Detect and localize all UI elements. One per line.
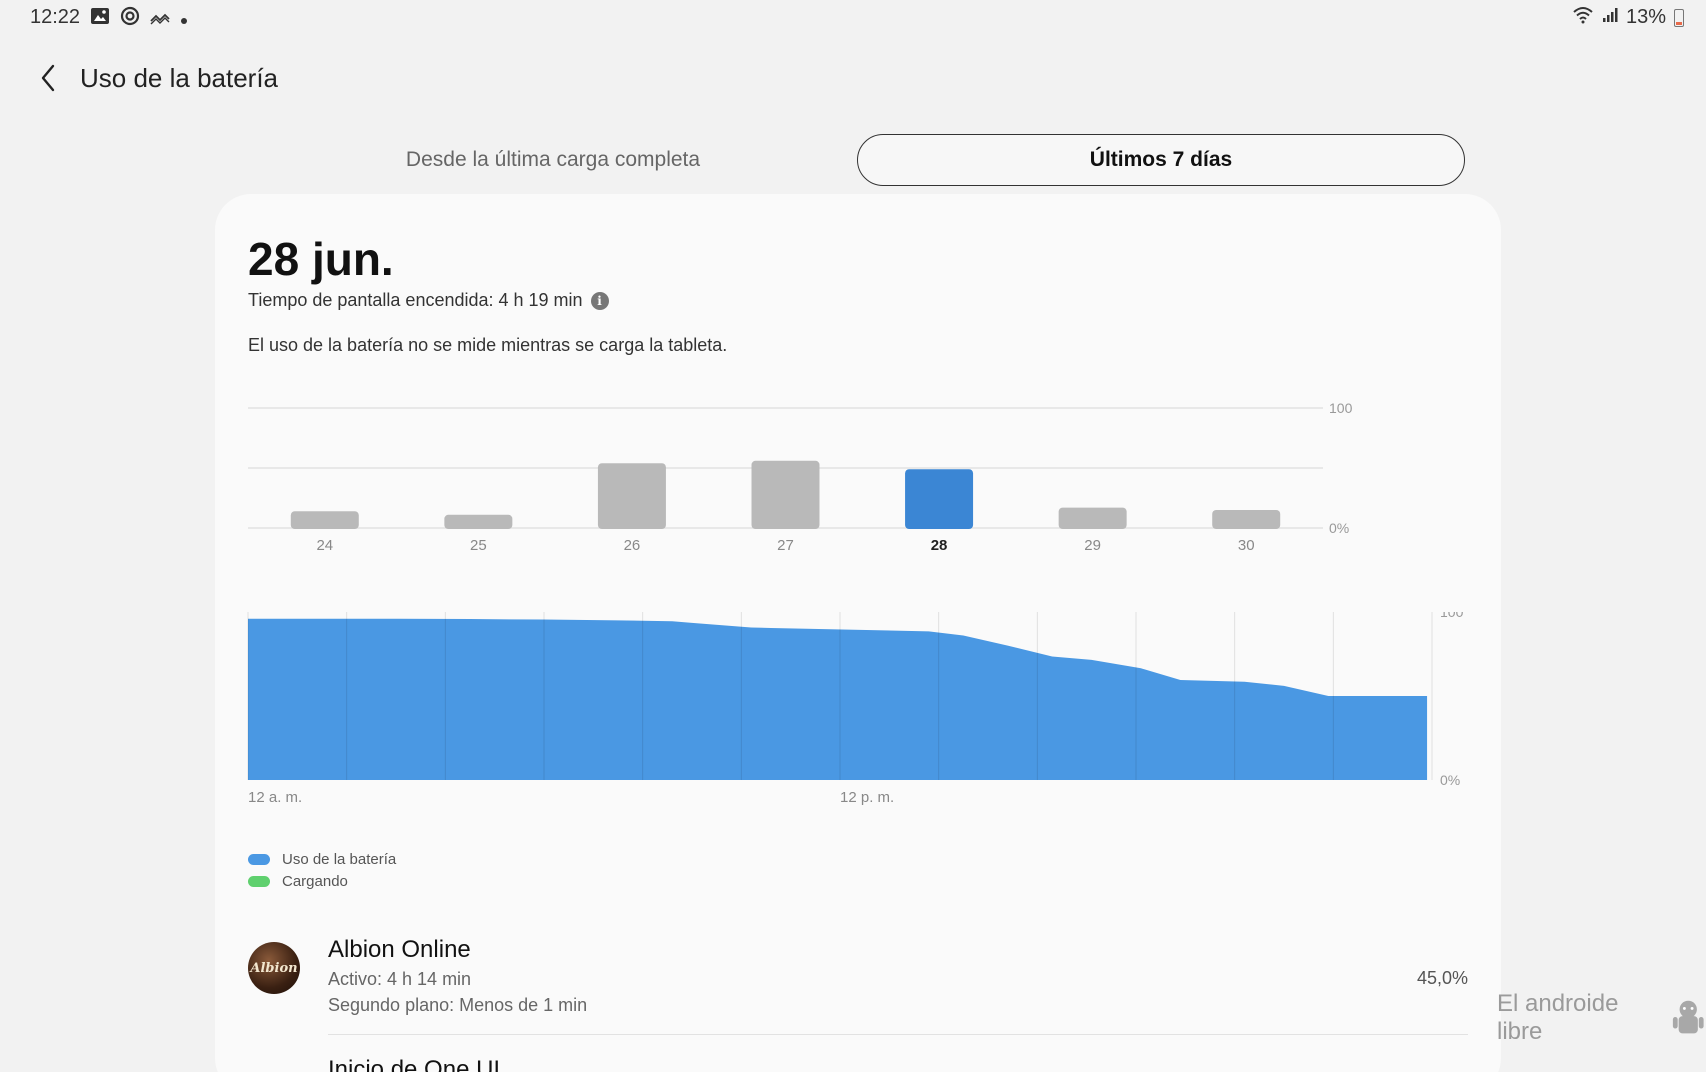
app-usage-row[interactable]: Albion Albion Online Activo: 4 h 14 min … [248, 924, 1468, 1024]
image-icon [90, 7, 110, 30]
bar [751, 460, 820, 529]
bar [597, 463, 666, 529]
x-tick-label: 26 [624, 537, 641, 554]
tab-last-7-days[interactable]: Últimos 7 días [857, 134, 1465, 186]
selected-date: 28 jun. [248, 233, 394, 285]
sync-icon [120, 6, 140, 31]
albion-app-icon: Albion [248, 942, 300, 994]
signal-icon [1602, 7, 1618, 28]
app-name: Albion Online [328, 936, 471, 963]
bar [444, 514, 513, 529]
page-title: Uso de la batería [80, 62, 279, 93]
battery-percent: 13% [1625, 6, 1666, 28]
legend-label-usage: Uso de la batería [282, 850, 397, 868]
x-tick-label: 28 [931, 537, 948, 554]
app-name-next[interactable]: Inicio de One UI [328, 1056, 500, 1072]
bar [1212, 510, 1281, 529]
wifi-icon [1572, 6, 1594, 29]
battery-level-area-chart: 100 0% 12 a. m. 12 p. m. [247, 612, 1464, 806]
legend-item-usage: Uso de la batería [248, 848, 396, 870]
screen-time-row: Tiempo de pantalla encendida: 4 h 19 min… [248, 290, 609, 311]
y-tick-label: 0% [1440, 772, 1460, 788]
bar [290, 511, 359, 529]
x-tick-label: 29 [1084, 537, 1101, 554]
tab-since-full-charge[interactable]: Desde la última carga completa [250, 134, 856, 186]
legend-item-charging: Cargando [248, 870, 396, 892]
x-tick-label: 25 [470, 537, 487, 554]
charging-notice: El uso de la batería no se mide mientras… [248, 335, 728, 355]
legend-label-charging: Cargando [282, 872, 348, 890]
y-tick-label: 0% [1329, 520, 1349, 536]
chevron-left-icon [41, 64, 55, 92]
dot-icon [180, 8, 188, 30]
status-bar: 12:22 13% [0, 0, 1706, 36]
back-button[interactable] [30, 56, 66, 100]
battery-usage-card: 28 jun. Tiempo de pantalla encendida: 4 … [215, 194, 1501, 1072]
watermark: El androide libre [1497, 990, 1706, 1046]
screen-time-text: Tiempo de pantalla encendida: 4 h 19 min [248, 290, 583, 310]
legend-swatch-usage [248, 853, 270, 865]
status-notification-icons [90, 6, 188, 31]
y-tick-label: 100 [1440, 612, 1464, 620]
info-icon[interactable]: i [590, 291, 609, 310]
app-active-time: Activo: 4 h 14 min [328, 969, 472, 989]
battery-level-area [248, 618, 1428, 780]
x-tick-label: 30 [1238, 537, 1255, 554]
bar [905, 469, 974, 529]
y-tick-label: 100 [1329, 400, 1353, 416]
app-icon-text: Albion [250, 960, 298, 976]
status-right-icons: 13% [1572, 6, 1684, 29]
bar [1058, 507, 1127, 529]
watermark-text: El androide libre [1497, 990, 1619, 1045]
app-background-time: Segundo plano: Menos de 1 min [328, 995, 588, 1015]
daily-usage-bar-chart: 100 0% 24 25 26 27 28 29 30 [248, 400, 1353, 554]
x-tick-label: 27 [777, 537, 794, 554]
android-mascot-icon [1672, 1000, 1704, 1034]
x-tick-label: 24 [316, 537, 333, 554]
list-divider [328, 1034, 1468, 1035]
app-header: Uso de la batería [30, 52, 278, 104]
x-tick-label: 12 a. m. [248, 789, 302, 806]
chart-legend: Uso de la batería Cargando [248, 848, 396, 892]
status-time: 12:22 [30, 6, 81, 28]
wave-icon [150, 8, 170, 30]
battery-icon [1674, 8, 1684, 27]
x-tick-label: 12 p. m. [840, 789, 894, 806]
app-usage-percent: 45,0% [1416, 968, 1468, 988]
legend-swatch-charging [248, 875, 270, 887]
